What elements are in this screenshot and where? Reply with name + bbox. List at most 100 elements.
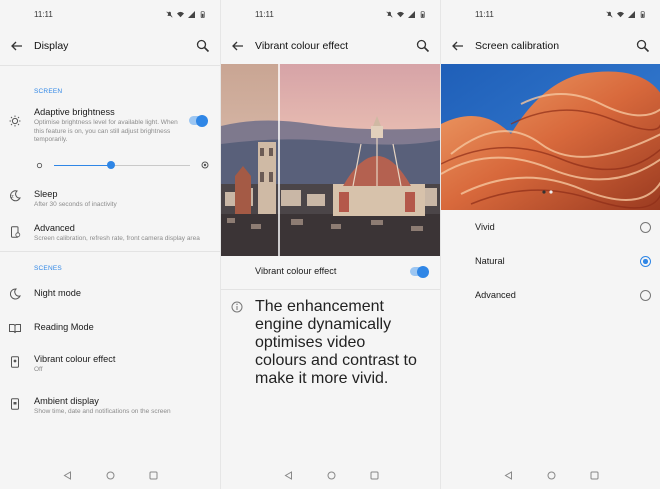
nav-bar: [0, 461, 220, 489]
vibrant-colour-title: Vibrant colour effect: [34, 353, 116, 364]
vibrant-icon: [11, 355, 19, 368]
page-title: Display: [34, 40, 69, 52]
divider: [0, 250, 220, 252]
nav-recents-icon[interactable]: [370, 471, 379, 480]
adaptive-brightness-toggle[interactable]: [189, 114, 208, 127]
calibration-option-advanced[interactable]: Advanced: [441, 278, 660, 312]
status-bar: 11:11: [221, 0, 440, 28]
vibrant-screen: 11:11 Vibrant colour effect Vibrant colo…: [220, 0, 440, 489]
night-mode-item[interactable]: Night mode: [0, 288, 220, 300]
brightness-slider[interactable]: [54, 161, 190, 169]
section-scenes: SCENES: [34, 264, 62, 272]
nav-back-icon[interactable]: [504, 470, 513, 480]
radio-button[interactable]: [640, 222, 651, 233]
wifi-icon: [177, 11, 184, 17]
vibrant-preview-image: [221, 64, 440, 256]
search-icon[interactable]: [636, 39, 650, 53]
signal-icon: [628, 10, 635, 18]
reading-mode-item[interactable]: Reading Mode: [0, 322, 220, 334]
signal-icon: [408, 10, 415, 18]
nav-recents-icon[interactable]: [149, 471, 158, 480]
info-block: The enhancement engine dynamically optim…: [221, 298, 440, 388]
brightness-icon: [9, 115, 21, 127]
wifi-icon: [617, 11, 624, 17]
page-title: Screen calibration: [475, 40, 560, 52]
mute-icon: [386, 10, 393, 18]
ambient-display-sub: Show time, date and notifications on the…: [34, 408, 171, 415]
vibrant-toggle-row[interactable]: Vibrant colour effect: [221, 265, 440, 278]
back-arrow-icon[interactable]: [451, 39, 465, 53]
back-arrow-icon[interactable]: [231, 39, 245, 53]
night-mode-icon: [9, 287, 21, 299]
vibrant-colour-toggle[interactable]: [410, 265, 429, 278]
wifi-icon: [397, 11, 404, 17]
search-icon[interactable]: [416, 39, 430, 53]
calibration-preview-image: [441, 64, 660, 210]
calibration-options: Vivid Natural Advanced: [441, 210, 660, 312]
back-arrow-icon[interactable]: [10, 39, 24, 53]
calibration-option-label: Vivid: [475, 222, 495, 232]
sleep-item[interactable]: z Sleep After 30 seconds of inactivity: [0, 189, 220, 210]
battery-icon: [420, 10, 425, 18]
nav-back-icon[interactable]: [284, 470, 293, 480]
reading-mode-icon: [9, 323, 21, 333]
nav-recents-icon[interactable]: [590, 471, 599, 480]
advanced-title: Advanced: [34, 223, 75, 233]
brightness-slider-row: [0, 155, 220, 179]
calibration-screen: 11:11 Screen calibration Vivid Natural A…: [440, 0, 660, 489]
reading-mode-title: Reading Mode: [34, 321, 94, 332]
status-time: 11:11: [255, 9, 274, 19]
battery-icon: [640, 10, 645, 18]
status-bar: 11:11: [0, 0, 220, 28]
ambient-icon: [11, 398, 19, 410]
nav-bar: [441, 461, 660, 489]
nav-bar: [221, 461, 440, 489]
vibrant-colour-sub: Off: [34, 365, 43, 373]
calibration-option-label: Natural: [475, 256, 505, 266]
adaptive-brightness-item[interactable]: Adaptive brightness Optimise brightness …: [0, 107, 220, 145]
vibrant-toggle-title: Vibrant colour effect: [255, 266, 337, 276]
section-screen: SCREEN: [34, 88, 63, 95]
nav-back-icon[interactable]: [63, 470, 72, 480]
info-icon: [231, 301, 243, 313]
ambient-display-title: Ambient display: [34, 396, 99, 406]
sleep-title: Sleep: [34, 188, 58, 199]
adaptive-brightness-title: Adaptive brightness: [34, 107, 115, 117]
status-time: 11:11: [475, 9, 494, 19]
sleep-sub: After 30 seconds of inactivity: [34, 200, 117, 208]
search-icon[interactable]: [196, 39, 210, 53]
calibration-option-label: Advanced: [475, 290, 516, 300]
advanced-sub: Screen calibration, refresh rate, front …: [34, 235, 200, 242]
info-text: The enhancement engine dynamically optim…: [255, 298, 417, 387]
calibration-option-vivid[interactable]: Vivid: [441, 210, 660, 244]
nav-home-icon[interactable]: [547, 471, 556, 480]
ambient-display-item[interactable]: Ambient display Show time, date and noti…: [0, 396, 220, 417]
nav-home-icon[interactable]: [106, 471, 115, 480]
app-bar: Screen calibration: [441, 28, 660, 64]
mute-icon: [606, 10, 613, 18]
vibrant-colour-item[interactable]: Vibrant colour effect Off: [0, 354, 220, 375]
nav-home-icon[interactable]: [327, 471, 336, 480]
mute-icon: [166, 10, 173, 18]
radio-button[interactable]: [640, 256, 651, 267]
brightness-slider-fill: [54, 164, 112, 166]
advanced-item[interactable]: Advanced Screen calibration, refresh rat…: [0, 223, 220, 244]
status-bar: 11:11: [441, 0, 660, 28]
app-bar: Vibrant colour effect: [221, 28, 440, 64]
app-bar: Display: [0, 28, 220, 64]
brightness-slider-thumb[interactable]: [107, 161, 116, 169]
signal-icon: [188, 10, 195, 18]
brightness-high-icon: [201, 161, 209, 168]
battery-icon: [200, 10, 205, 18]
status-time: 11:11: [34, 9, 53, 19]
advanced-icon: [11, 226, 21, 238]
svg-text:z: z: [11, 194, 14, 200]
brightness-low-icon: [36, 162, 43, 168]
adaptive-brightness-sub: Optimise brightness level for available …: [34, 119, 178, 143]
display-screen: 11:11 Display SCREEN Adaptive brightness…: [0, 0, 220, 489]
radio-button[interactable]: [640, 290, 651, 301]
calibration-option-natural[interactable]: Natural: [441, 244, 660, 278]
divider: [221, 289, 440, 290]
sleep-icon: z: [10, 189, 21, 201]
page-title: Vibrant colour effect: [255, 40, 349, 52]
